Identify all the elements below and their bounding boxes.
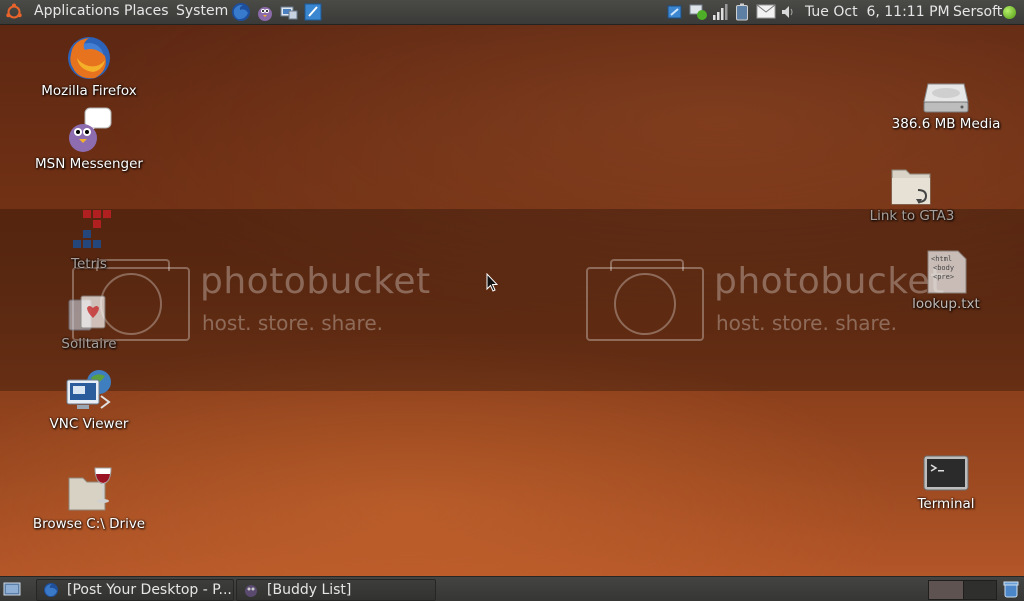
firefox-icon bbox=[44, 583, 58, 597]
desktop-icon-label: Tetris bbox=[71, 256, 107, 272]
desktop-icon-label: Terminal bbox=[917, 496, 975, 512]
desktop-icon-label: Link to GTA3 bbox=[869, 208, 955, 224]
pidgin-icon bbox=[245, 585, 257, 597]
workspace-2[interactable] bbox=[963, 580, 997, 600]
wine-folder-icon bbox=[68, 467, 112, 511]
signal-strength-icon[interactable] bbox=[712, 3, 728, 21]
watermark-brand: photobucket bbox=[200, 261, 431, 302]
volume-icon[interactable] bbox=[780, 4, 796, 20]
trash-icon[interactable] bbox=[1002, 580, 1020, 598]
solitaire-icon bbox=[68, 295, 106, 331]
desktop-icon-msn-messenger[interactable]: MSN Messenger bbox=[29, 106, 149, 174]
watermark-tagline: host. store. share. bbox=[716, 311, 897, 335]
network-status-icon[interactable] bbox=[688, 3, 708, 21]
desktop-icon-solitaire[interactable]: Solitaire bbox=[29, 294, 149, 352]
tetris-icon bbox=[73, 210, 111, 248]
top-panel: Applications Places System Tue Oct 6, 11… bbox=[0, 0, 1024, 25]
battery-icon[interactable] bbox=[735, 3, 749, 21]
menu-places[interactable]: Places bbox=[124, 3, 169, 19]
vnc-viewer-icon bbox=[66, 370, 111, 409]
watermark-band: photobucket host. store. share. photobuc… bbox=[0, 209, 1024, 391]
online-status-icon[interactable] bbox=[1003, 6, 1016, 19]
bottom-panel: [Post Your Desktop - P... [Buddy List] bbox=[0, 576, 1024, 601]
terminal-icon bbox=[923, 455, 969, 491]
desktop-icon-lookup-txt[interactable]: <html <body <pre> lookup.txt bbox=[886, 248, 1006, 314]
folder-link-icon bbox=[891, 169, 931, 205]
menu-applications[interactable]: Applications bbox=[34, 3, 120, 19]
desktop-icon-media-drive[interactable]: 386.6 MB Media bbox=[886, 72, 1006, 134]
svg-text:<html: <html bbox=[931, 255, 952, 263]
desktop-icon-label: Mozilla Firefox bbox=[41, 83, 137, 99]
svg-text:<body: <body bbox=[933, 264, 954, 272]
user-switcher[interactable]: Sersoft bbox=[953, 4, 1002, 20]
desktop-icon-terminal[interactable]: Terminal bbox=[886, 450, 1006, 514]
desktop-icon-label: 386.6 MB Media bbox=[891, 116, 1001, 132]
text-editor-launcher-icon[interactable] bbox=[303, 2, 323, 22]
camera-icon bbox=[586, 259, 704, 341]
update-notifier-icon[interactable] bbox=[666, 3, 684, 21]
desktop-icon-browse-c-drive[interactable]: Browse C:\ Drive bbox=[29, 466, 149, 532]
desktop-icon-label: lookup.txt bbox=[912, 296, 980, 312]
taskbar-button-label: [Post Your Desktop - P... bbox=[67, 582, 232, 598]
desktop-icon-label: VNC Viewer bbox=[49, 416, 129, 432]
taskbar-button-firefox[interactable]: [Post Your Desktop - P... bbox=[36, 579, 234, 601]
pidgin-launcher-icon[interactable] bbox=[255, 2, 275, 22]
desktop-icon-vnc-viewer[interactable]: VNC Viewer bbox=[29, 368, 149, 432]
firefox-launcher-icon[interactable] bbox=[231, 2, 251, 22]
workspace-1[interactable] bbox=[928, 580, 964, 600]
desktop-icon-label: MSN Messenger bbox=[35, 156, 143, 172]
menu-system[interactable]: System bbox=[176, 3, 228, 19]
ubuntu-logo-icon[interactable] bbox=[5, 3, 23, 21]
taskbar-button-buddy-list[interactable]: [Buddy List] bbox=[236, 579, 436, 601]
mail-icon[interactable] bbox=[756, 4, 776, 19]
show-desktop-icon[interactable] bbox=[3, 580, 21, 598]
clock[interactable]: Tue Oct 6, 11:11 PM bbox=[805, 4, 950, 20]
desktop-icon-tetris[interactable]: Tetris bbox=[29, 208, 149, 272]
watermark-tagline: host. store. share. bbox=[202, 311, 383, 335]
hard-drive-icon bbox=[923, 83, 969, 113]
pidgin-icon bbox=[69, 107, 112, 152]
network-tools-launcher-icon[interactable] bbox=[279, 2, 299, 22]
taskbar-button-label: [Buddy List] bbox=[267, 582, 352, 598]
desktop-icon-label: Solitaire bbox=[61, 336, 117, 352]
desktop-icon-gta3-link[interactable]: Link to GTA3 bbox=[852, 162, 972, 224]
firefox-icon bbox=[68, 37, 110, 79]
desktop-icon-label: Browse C:\ Drive bbox=[32, 516, 146, 532]
mouse-cursor-icon bbox=[486, 273, 498, 292]
svg-text:<pre>: <pre> bbox=[933, 273, 954, 281]
desktop-icon-firefox[interactable]: Mozilla Firefox bbox=[29, 34, 149, 102]
text-file-icon: <html <body <pre> bbox=[927, 250, 967, 294]
